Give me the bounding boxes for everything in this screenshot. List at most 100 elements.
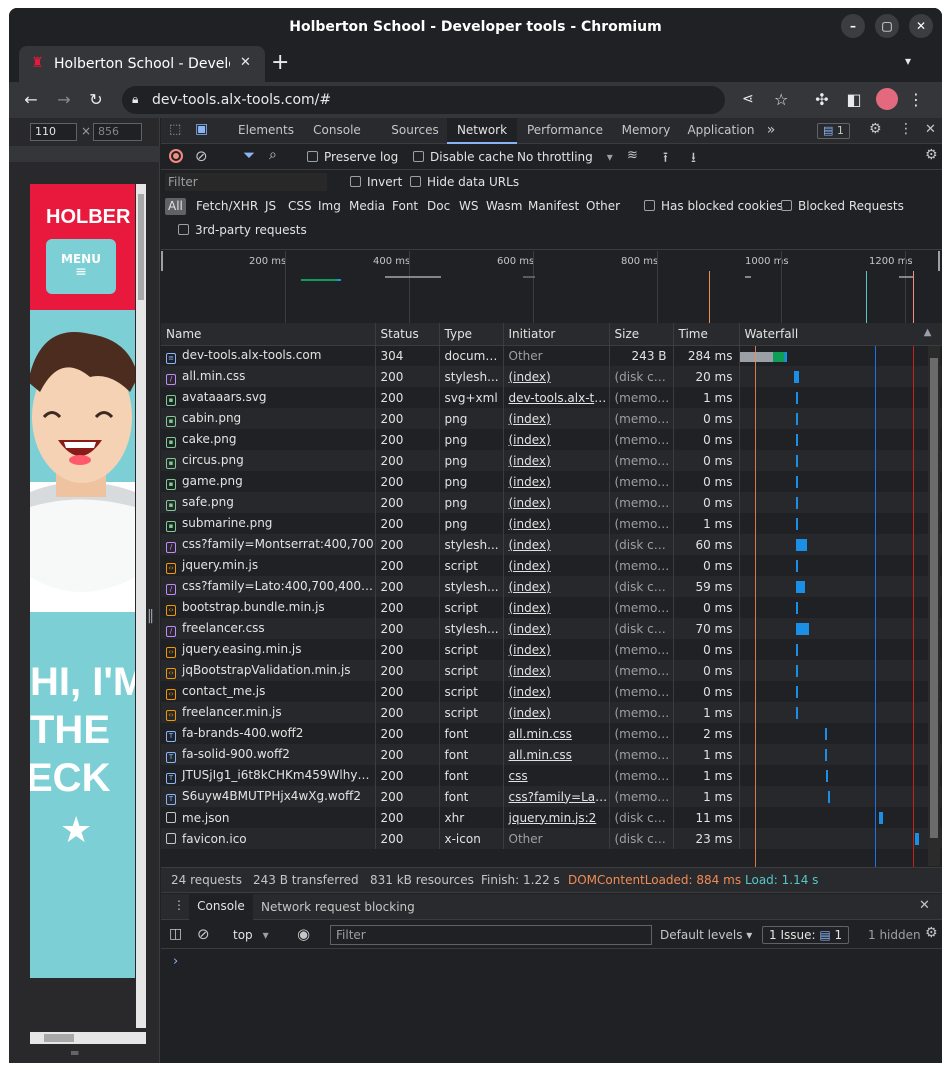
console-clear-icon[interactable]: ⊘ <box>197 925 210 943</box>
tab-search-icon[interactable]: ▾ <box>905 54 911 68</box>
has-blocked-cookies-checkbox[interactable]: Has blocked cookies <box>644 199 783 213</box>
reload-icon[interactable]: ↻ <box>86 90 106 110</box>
import-har-icon[interactable]: ⭱ <box>663 147 668 171</box>
table-row[interactable]: Tfa-solid-900.woff2 200 font all.min.css (me… <box>161 744 942 765</box>
browser-menu-icon[interactable]: ⋮ <box>906 90 926 110</box>
page-hscroll-thumb[interactable] <box>44 1034 74 1042</box>
context-select[interactable]: top ▾ <box>233 928 269 942</box>
type-filter-manifest[interactable]: Manifest <box>525 198 582 215</box>
col-type[interactable]: Type <box>439 323 504 346</box>
cell-initiator[interactable]: (index) <box>503 681 610 702</box>
col-size[interactable]: Size <box>609 323 674 346</box>
cell-initiator[interactable]: (index) <box>503 576 610 597</box>
throttling-select[interactable]: No throttling ▾ <box>517 150 613 164</box>
drawer-menu-icon[interactable]: ⋮ <box>173 898 185 912</box>
cell-initiator[interactable]: (index) <box>503 471 610 492</box>
tab-elements[interactable]: Elements <box>221 118 311 144</box>
type-filter-img[interactable]: Img <box>315 198 344 215</box>
cell-initiator[interactable]: css <box>503 765 610 786</box>
type-filter-css[interactable]: CSS <box>285 198 315 215</box>
table-row[interactable]: ‹› freelancer.min.js 200 script (index) (memo… <box>161 702 942 723</box>
search-icon[interactable]: ⌕ <box>269 147 277 163</box>
console-filter-input[interactable]: Filter <box>330 925 652 945</box>
type-filter-ws[interactable]: WS <box>456 198 481 215</box>
type-filter-all[interactable]: All <box>165 198 186 215</box>
devtools-menu-icon[interactable]: ⋮ <box>899 121 913 137</box>
cell-initiator[interactable]: (index) <box>503 429 610 450</box>
col-time[interactable]: Time <box>673 323 740 346</box>
forward-icon[interactable]: → <box>54 90 74 110</box>
minimize-button[interactable]: – <box>841 14 865 38</box>
requests-scrollbar-thumb[interactable] <box>930 358 938 838</box>
cell-initiator[interactable]: dev-tools.alx-to... <box>503 387 610 408</box>
page-horizontal-scrollbar[interactable] <box>30 1032 146 1044</box>
type-filter-font[interactable]: Font <box>389 198 421 215</box>
table-row[interactable]: ▪ submarine.png 200 png (index) (memor... 1 ms <box>161 513 942 534</box>
cell-initiator[interactable]: all.min.css <box>503 723 610 744</box>
tab-close-icon[interactable]: ✕ <box>240 55 251 70</box>
export-har-icon[interactable]: ⭳ <box>691 147 696 171</box>
console-issues-button[interactable]: 1 Issue: ▤ 1 <box>762 926 850 944</box>
page-vertical-scrollbar[interactable] <box>136 184 146 1028</box>
col-initiator[interactable]: Initiator <box>503 323 610 346</box>
viewport-width-input[interactable]: 110 <box>30 123 77 141</box>
cell-initiator[interactable]: (index) <box>503 597 610 618</box>
invert-checkbox[interactable]: Invert <box>350 175 402 189</box>
tab-network[interactable]: Network <box>447 118 517 144</box>
type-filter-media[interactable]: Media <box>346 198 388 215</box>
side-panel-icon[interactable]: ◧ <box>844 90 864 110</box>
type-filter-wasm[interactable]: Wasm <box>483 198 525 215</box>
col-status[interactable]: Status <box>375 323 440 346</box>
col-waterfall[interactable]: Waterfall ▲ <box>739 323 942 346</box>
share-icon[interactable]: ⋖ <box>742 91 754 107</box>
close-drawer-icon[interactable]: ✕ <box>919 898 930 913</box>
profile-avatar[interactable] <box>876 88 898 110</box>
console-settings-icon[interactable]: ⚙ <box>925 925 938 941</box>
filter-funnel-icon[interactable]: ⏷ <box>243 146 255 164</box>
cell-initiator[interactable]: (index) <box>503 450 610 471</box>
overview-left-handle[interactable] <box>161 251 163 271</box>
extensions-icon[interactable]: ✣ <box>812 90 832 110</box>
type-filter-fetch-xhr[interactable]: Fetch/XHR <box>193 198 261 215</box>
live-expression-eye-icon[interactable]: ◉ <box>297 925 310 943</box>
tab-performance[interactable]: Performance <box>523 118 607 144</box>
cell-initiator[interactable]: (index) <box>503 660 610 681</box>
omnibox[interactable]: 🔒︎ dev-tools.alx-tools.com/# ⋖ ☆ <box>122 86 788 114</box>
filter-input[interactable]: Filter <box>165 173 327 191</box>
page-scrollbar-thumb[interactable] <box>138 194 144 300</box>
type-filter-js[interactable]: JS <box>262 198 279 215</box>
table-row[interactable]: ‹› bootstrap.bundle.min.js 200 script (index… <box>161 597 942 618</box>
console-prompt[interactable]: › <box>173 954 178 969</box>
close-devtools-icon[interactable]: ✕ <box>925 122 936 137</box>
settings-gear-icon[interactable]: ⚙ <box>869 121 882 137</box>
overview-right-handle[interactable] <box>938 251 940 271</box>
back-icon[interactable]: ← <box>21 90 41 110</box>
clear-icon[interactable]: ⊘ <box>195 147 208 165</box>
tab-console[interactable]: Console <box>306 118 368 144</box>
disable-cache-checkbox[interactable]: Disable cache <box>413 150 514 164</box>
table-row[interactable]: ‹› jqBootstrapValidation.min.js 200 script (… <box>161 660 942 681</box>
table-row[interactable]: / css?family=Lato:400,700,400ital... 200 st… <box>161 576 942 597</box>
table-row[interactable]: ▪ cabin.png 200 png (index) (memor... 0 ms <box>161 408 942 429</box>
third-party-requests-checkbox[interactable]: 3rd-party requests <box>178 223 307 237</box>
table-row[interactable]: ▪ safe.png 200 png (index) (memor... 0 ms <box>161 492 942 513</box>
cell-initiator[interactable]: all.min.css <box>503 744 610 765</box>
table-row[interactable]: ≡ dev-tools.alx-tools.com 304 document Other… <box>161 345 942 366</box>
resize-handle-icon[interactable]: ‖ <box>147 608 154 624</box>
table-row[interactable]: T S6uyw4BMUTPHjx4wXg.woff2 200 font css?fami… <box>161 786 942 807</box>
network-conditions-icon[interactable]: ≋ <box>627 148 638 163</box>
more-tabs-icon[interactable]: » <box>763 118 779 144</box>
maximize-button[interactable]: ▢ <box>875 14 899 38</box>
table-row[interactable]: ▪ game.png 200 png (index) (memor... 0 ms <box>161 471 942 492</box>
cell-initiator[interactable]: (index) <box>503 366 610 387</box>
network-settings-icon[interactable]: ⚙ <box>925 147 938 163</box>
table-row[interactable]: ‹› contact_me.js 200 script (index) (memor...… <box>161 681 942 702</box>
table-row[interactable]: T JTUSjIg1_i6t8kCHKm459Wlhyw... 200 font css… <box>161 765 942 786</box>
table-row[interactable]: ‹› jquery.min.js 200 script (index) (memor...… <box>161 555 942 576</box>
table-row[interactable]: ▪ avataaars.svg 200 svg+xml dev-tools.alx-to… <box>161 387 942 408</box>
cell-initiator[interactable]: (index) <box>503 513 610 534</box>
new-tab-button[interactable]: + <box>271 50 289 75</box>
cell-initiator[interactable]: (index) <box>503 492 610 513</box>
browser-tab[interactable]: ♜ Holberton School - Develo ✕ <box>19 46 265 82</box>
cell-initiator[interactable]: (index) <box>503 534 610 555</box>
